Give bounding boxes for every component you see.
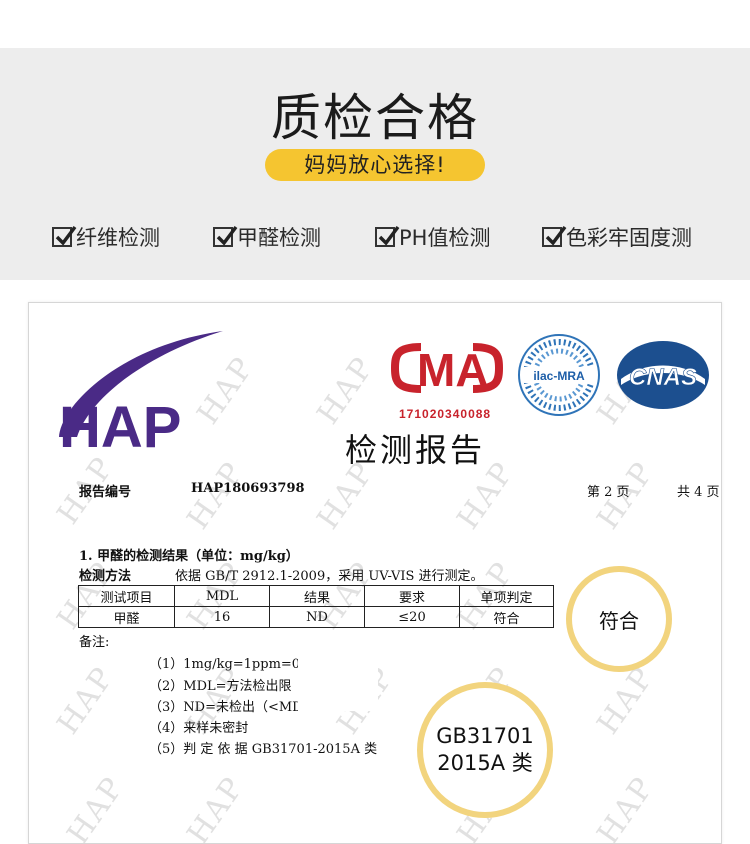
watermark: HAP <box>180 770 252 844</box>
check-label: 甲醛检测 <box>237 226 321 250</box>
check-item-fiber: 纤维检测 <box>52 222 160 252</box>
checkbox-icon <box>542 225 567 247</box>
checkbox-icon <box>375 225 400 247</box>
table-row: 甲醛 16 ND ≤20 符合 <box>78 606 554 628</box>
note-3: （3）ND=未检出（<MDL <box>149 700 312 715</box>
report-no-label: 报告编号 <box>79 485 132 500</box>
watermark: HAP <box>60 770 132 844</box>
table-header-cell: MDL <box>174 585 270 607</box>
cnas-logo: CNAS <box>617 341 709 409</box>
table-cell: 甲醛 <box>78 606 175 628</box>
cnas-logo-text: CNAS <box>629 364 697 391</box>
standard-callout-line1: GB31701 <box>436 724 534 748</box>
page-number: 第 2 页 <box>587 485 630 500</box>
standard-callout: GB31701 2015A 类 <box>417 682 553 818</box>
ilac-logo-text: ilac-MRA <box>533 369 585 383</box>
note-cover <box>298 651 378 711</box>
checkbox-icon <box>213 225 238 247</box>
checkbox-icon <box>52 225 77 247</box>
check-label: PH值检测 <box>399 226 491 250</box>
cma-logo: MA <box>391 343 503 393</box>
check-item-ph: PH值检测 <box>375 222 490 252</box>
check-label: 色彩牢固度测 <box>566 226 692 250</box>
table-cell: 16 <box>174 606 270 628</box>
page-title: 质检合格 <box>271 89 479 147</box>
hap-logo: HAP <box>59 331 223 455</box>
check-item-formaldehyde: 甲醛检测 <box>213 222 321 252</box>
ilac-mra-logo: ilac-MRA <box>518 334 600 416</box>
standard-callout-line2: 2015A 类 <box>437 751 533 775</box>
page-total: 共 4 页 <box>677 485 720 500</box>
check-list: 纤维检测 甲醛检测 PH值检测 色彩牢固度测 <box>0 222 750 256</box>
subtitle-pill: 妈妈放心选择! <box>265 149 485 181</box>
watermark: HAP <box>50 660 122 741</box>
cma-number: 171020340088 <box>399 407 492 421</box>
note-4: （4）来样未密封 <box>149 721 249 736</box>
table-cell: ≤20 <box>364 606 460 628</box>
method-label: 检测方法 <box>79 569 132 584</box>
note-2: （2）MDL=方法检出限 <box>149 679 292 694</box>
watermark: HAP <box>590 660 662 741</box>
table-header-cell: 测试项目 <box>78 585 175 607</box>
conform-callout: 符合 <box>566 566 672 672</box>
check-label: 纤维检测 <box>76 226 160 250</box>
table-header-cell: 结果 <box>269 585 365 607</box>
hap-logo-text: HAP <box>59 395 181 455</box>
section-title: 1. 甲醛的检测结果（单位：mg/kg） <box>79 549 299 564</box>
table-header-row: 测试项目 MDL 结果 要求 单项判定 <box>78 585 554 607</box>
method-text: 依据 GB/T 2912.1-2009，采用 UV-VIS 进行测定。 <box>175 569 484 584</box>
table-header-cell: 要求 <box>364 585 460 607</box>
conform-callout-text: 符合 <box>599 608 639 633</box>
report-no-value: HAP180693798 <box>191 481 305 496</box>
table-cell: 符合 <box>459 606 554 628</box>
watermark: HAP <box>590 770 662 844</box>
note-5: （5）判 定 依 据 GB31701-2015A 类 <box>149 742 378 757</box>
note-1: （1）1mg/kg=1ppm=0.0 <box>149 657 313 672</box>
table-cell: ND <box>269 606 365 628</box>
watermark: HAP <box>310 350 382 431</box>
remarks-label: 备注: <box>79 635 110 650</box>
result-table: 测试项目 MDL 结果 要求 单项判定 甲醛 16 ND ≤20 符合 <box>78 585 554 628</box>
check-item-colorfastness: 色彩牢固度测 <box>542 222 692 252</box>
report-title: 检测报告 <box>345 431 486 469</box>
table-header-cell: 单项判定 <box>459 585 554 607</box>
